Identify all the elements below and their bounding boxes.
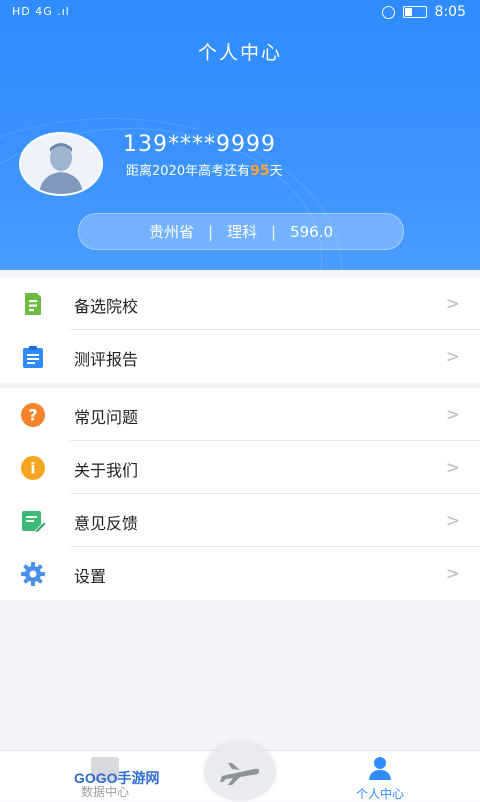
tab-center-plane-button[interactable] [204,743,276,801]
score: 596.0 [290,222,334,241]
chevron-right-icon: > [445,564,460,584]
watermark-logo: GOGO手游网 [74,770,160,786]
menu-item-feedback[interactable]: 意见反馈 > [0,494,480,547]
feedback-icon [22,511,46,534]
bottom-tab-bar: 数据中心 个人中心 [0,743,480,801]
menu-group-secondary: ? 常见问题 > i 关于我们 > 意见反馈 > 设置 > [0,388,480,600]
report-icon [23,346,43,368]
exam-countdown: 距离2020年高考还有95天 [126,160,283,179]
menu-item-settings[interactable]: 设置 > [0,547,480,600]
menu-label: 设置 [74,567,107,586]
countdown-prefix: 距离2020年高考还有 [126,164,251,179]
separator: | [207,222,214,241]
question-icon: ? [21,403,45,427]
track: 理科 [227,223,258,241]
menu-item-faq[interactable]: ? 常见问题 > [0,388,480,441]
countdown-days: 95 [250,163,270,179]
menu-label: 关于我们 [74,461,139,480]
separator: | [271,222,277,241]
signal-indicators: HD 4G .ıl [12,5,70,18]
status-bar: HD 4G .ıl 8:05 [0,0,480,26]
chevron-right-icon: > [445,347,460,367]
profile-header: HD 4G .ıl 8:05 个人中心 139****9999 距离2020年高… [0,0,480,270]
menu-label: 意见反馈 [74,514,139,533]
tab-label: 个人中心 [355,787,404,801]
chevron-right-icon: > [445,405,460,425]
menu-item-about-us[interactable]: i 关于我们 > [0,441,480,494]
page-title: 个人中心 [197,42,282,64]
tab-personal-center[interactable]: 个人中心 [330,753,430,801]
school-list-icon [25,293,41,315]
airplane-icon [220,763,260,785]
exam-info-pill[interactable]: 贵州省 | 理科 | 596.0 [78,213,404,250]
battery-icon [402,6,427,18]
menu-label: 常见问题 [74,408,139,427]
gear-icon [21,562,45,586]
menu-item-assessment-report[interactable]: 测评报告 > [0,330,480,383]
svg-text:i: i [30,460,35,478]
svg-text:?: ? [28,406,37,425]
user-phone: 139****9999 [123,132,276,157]
user-icon [369,757,391,780]
chevron-right-icon: > [445,511,460,531]
menu-item-candidate-schools[interactable]: 备选院校 > [0,277,480,330]
menu-group-primary: 备选院校 > 测评报告 > [0,277,480,383]
info-icon: i [21,456,45,480]
chevron-right-icon: > [445,458,460,478]
clock: 8:05 [434,4,466,20]
menu-label: 备选院校 [74,297,139,316]
menu-label: 测评报告 [74,350,139,369]
alarm-icon [381,5,395,19]
user-silhouette-icon [21,134,101,194]
chevron-right-icon: > [445,294,460,314]
countdown-suffix: 天 [269,164,283,179]
province: 贵州省 [148,223,194,241]
avatar[interactable] [19,132,103,196]
